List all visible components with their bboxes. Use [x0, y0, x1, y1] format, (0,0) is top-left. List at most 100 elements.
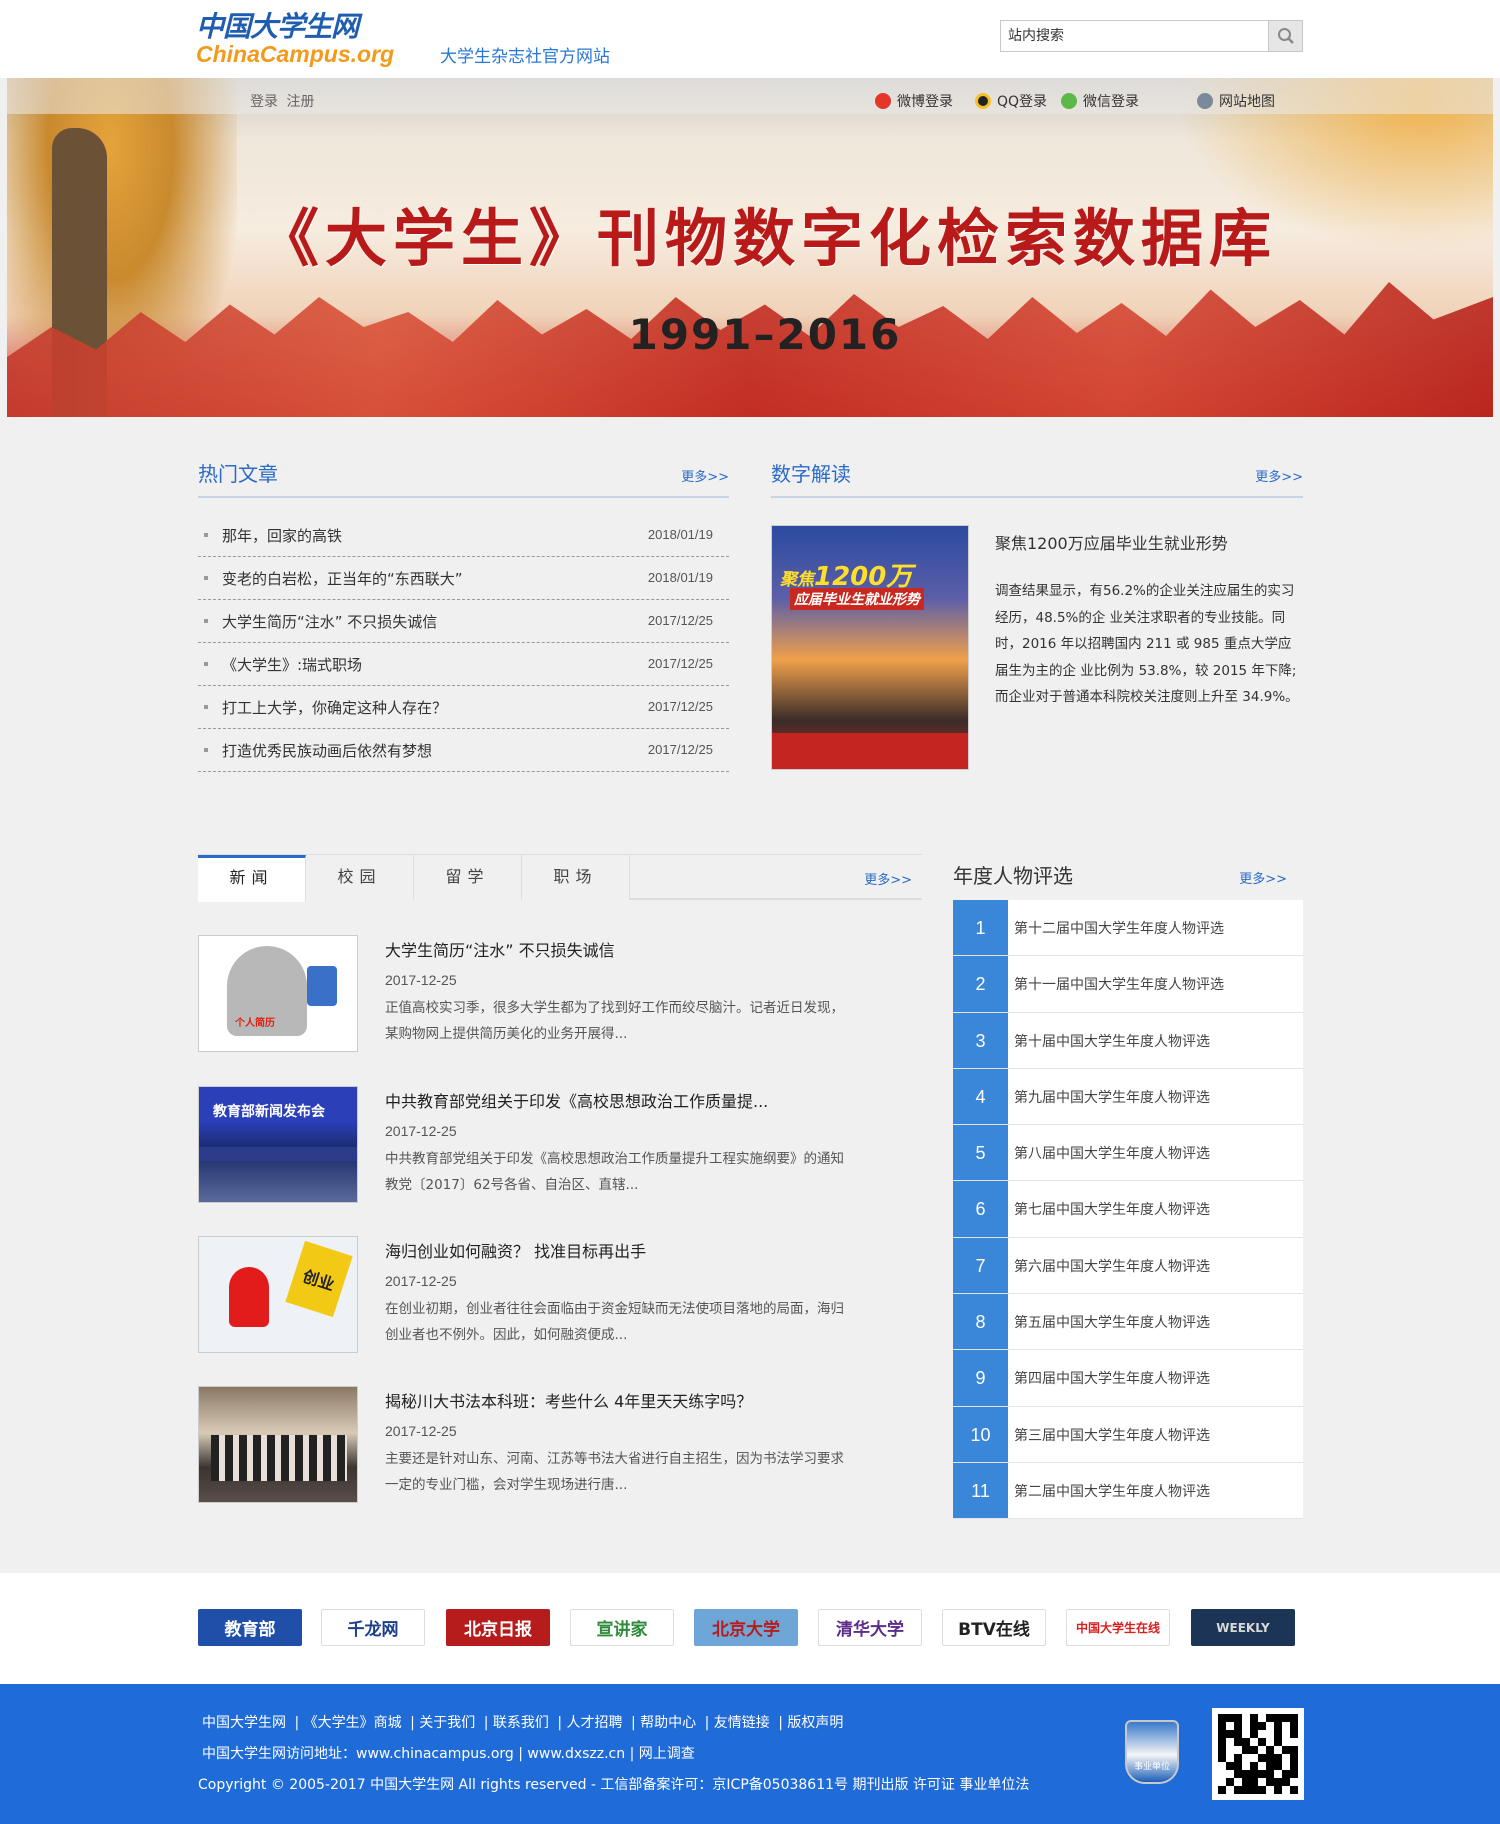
rank-label: 第二届中国大学生年度人物评选: [1014, 1483, 1210, 1500]
list-item[interactable]: 《大学生》:瑞式职场 2017/12/25: [198, 643, 729, 686]
list-item[interactable]: 8 第五届中国大学生年度人物评选: [953, 1294, 1303, 1351]
article-date: 2017/12/25: [647, 613, 713, 628]
partner-logo-moe[interactable]: 教育部: [198, 1609, 302, 1646]
partner-logo-tsinghua[interactable]: 清华大学: [818, 1609, 922, 1646]
hot-articles-title: 热门文章: [198, 462, 278, 486]
news-title[interactable]: 大学生简历“注水” 不只损失诚信: [385, 937, 615, 961]
site-logo[interactable]: 中国大学生网 ChinaCampus.org: [196, 12, 394, 67]
news-description: 正值高校实习季，很多大学生都为了找到好工作而绞尽脑汁。记者近日发现，某购物网上提…: [385, 1000, 844, 1042]
list-item[interactable]: 9 第四届中国大学生年度人物评选: [953, 1350, 1303, 1407]
weibo-login[interactable]: 微博登录: [875, 91, 953, 111]
bullet-icon: [204, 748, 208, 752]
sitemap-link[interactable]: 网站地图: [1197, 91, 1275, 111]
institution-badge-icon[interactable]: 事业单位: [1125, 1720, 1179, 1784]
partner-logo-bjdaily[interactable]: 北京日报: [446, 1609, 550, 1646]
list-item[interactable]: 5 第八届中国大学生年度人物评选: [953, 1125, 1303, 1182]
news-item[interactable]: 个人简历 大学生简历“注水” 不只损失诚信 2017-12-25 正值高校实习季…: [198, 935, 858, 1053]
news-thumbnail[interactable]: [198, 1386, 358, 1503]
list-item[interactable]: 变老的白岩松，正当年的“东西联大” 2018/01/19: [198, 557, 729, 600]
qq-login[interactable]: QQ登录: [975, 91, 1047, 111]
digits-header: 数字解读 更多>>: [771, 458, 1303, 498]
news-title[interactable]: 中共教育部党组关于印发《高校思想政治工作质量提...: [385, 1088, 768, 1112]
list-item[interactable]: 1 第十二届中国大学生年度人物评选: [953, 900, 1303, 957]
list-item[interactable]: 6 第七届中国大学生年度人物评选: [953, 1181, 1303, 1238]
rank-label: 第十二届中国大学生年度人物评选: [1014, 921, 1224, 937]
list-item[interactable]: 11 第二届中国大学生年度人物评选: [953, 1462, 1303, 1520]
list-item[interactable]: 10 第三届中国大学生年度人物评选: [953, 1406, 1303, 1463]
site-search: [1000, 20, 1303, 52]
article-date: 2018/01/19: [647, 570, 713, 585]
ranking-more-link[interactable]: 更多>>: [1239, 868, 1287, 887]
tabs-more-link[interactable]: 更多>>: [864, 869, 912, 888]
digits-title: 数字解读: [771, 462, 851, 486]
wechat-login-label: 微信登录: [1083, 94, 1139, 110]
news-description: 在创业初期，创业者往往会面临由于资金短缺而无法使项目落地的局面，海归创业者也不例…: [385, 1301, 844, 1343]
article-title: 打造优秀民族动画后依然有梦想: [222, 742, 433, 760]
footer-link[interactable]: 中国大学生网: [202, 1715, 286, 1731]
search-input[interactable]: [1001, 21, 1265, 51]
footer-link[interactable]: 关于我们: [419, 1715, 475, 1731]
partner-logos: 教育部 千龙网 北京日报 宣讲家 北京大学 清华大学 BTV在线 中国大学生在线…: [0, 1573, 1500, 1684]
tab-study-abroad[interactable]: 留学: [414, 855, 522, 900]
tab-campus[interactable]: 校园: [306, 855, 414, 900]
partner-logo-weekly[interactable]: WEEKLY: [1191, 1609, 1295, 1646]
site-subtitle: 大学生杂志社官方网站: [440, 47, 610, 67]
search-button[interactable]: [1268, 21, 1302, 51]
footer-link[interactable]: 帮助中心: [640, 1715, 696, 1731]
thumb-group-photo: [211, 1435, 347, 1481]
list-item[interactable]: 打工上大学，你确定这种人存在？ 2017/12/25: [198, 686, 729, 729]
tab-workplace[interactable]: 职场: [522, 855, 630, 900]
list-item[interactable]: 打造优秀民族动画后依然有梦想 2017/12/25: [198, 729, 729, 772]
partner-logo-xuanjiangjia[interactable]: 宣讲家: [570, 1609, 674, 1646]
rank-number: 6: [953, 1181, 1008, 1237]
rank-number: 8: [953, 1294, 1008, 1350]
list-item[interactable]: 7 第六届中国大学生年度人物评选: [953, 1237, 1303, 1295]
tab-news[interactable]: 新闻: [198, 855, 306, 902]
news-date: 2017-12-25: [385, 1123, 457, 1139]
thumb-sign: 创业: [285, 1240, 353, 1318]
rank-number: 1: [953, 900, 1008, 956]
globe-icon: [1197, 93, 1213, 109]
news-thumbnail[interactable]: 创业: [198, 1236, 358, 1353]
news-thumbnail[interactable]: 教育部新闻发布会: [198, 1086, 358, 1203]
news-title[interactable]: 海归创业如何融资？ 找准目标再出手: [385, 1238, 646, 1262]
list-item[interactable]: 4 第九届中国大学生年度人物评选: [953, 1068, 1303, 1126]
news-item[interactable]: 创业 海归创业如何融资？ 找准目标再出手 2017-12-25 在创业初期，创业…: [198, 1236, 858, 1354]
hot-more-link[interactable]: 更多>>: [681, 466, 729, 485]
article-date: 2018/01/19: [647, 527, 713, 542]
news-title[interactable]: 揭秘川大书法本科班：考些什么 4年里天天练字吗？: [385, 1388, 752, 1412]
footer-link[interactable]: 《大学生》商城: [304, 1715, 402, 1731]
list-item[interactable]: 那年，回家的高铁 2018/01/19: [198, 514, 729, 557]
partner-logo-pku[interactable]: 北京大学: [694, 1609, 798, 1646]
rank-label: 第五届中国大学生年度人物评选: [1014, 1315, 1210, 1332]
login-link[interactable]: 登录: [250, 94, 278, 110]
rank-number: 7: [953, 1237, 1008, 1294]
ranking-list: 1 第十二届中国大学生年度人物评选 2 第十一届中国大学生年度人物评选 3 第十届中国…: [953, 900, 1303, 1520]
digits-article-title[interactable]: 聚焦1200万应届毕业生就业形势: [995, 530, 1228, 554]
rank-number: 3: [953, 1012, 1008, 1068]
list-item[interactable]: 3 第十届中国大学生年度人物评选: [953, 1012, 1303, 1069]
partner-logo-btv[interactable]: BTV在线: [942, 1609, 1046, 1646]
list-item[interactable]: 大学生简历“注水” 不只损失诚信 2017/12/25: [198, 600, 729, 643]
digits-cover-image[interactable]: 聚焦1200万 应届毕业生就业形势: [771, 525, 969, 770]
search-icon: [1277, 28, 1294, 44]
news-item[interactable]: 揭秘川大书法本科班：考些什么 4年里天天练字吗？ 2017-12-25 主要还是…: [198, 1386, 858, 1504]
footer-link[interactable]: 友情链接: [714, 1715, 770, 1731]
rank-label: 第十届中国大学生年度人物评选: [1014, 1033, 1210, 1050]
list-item[interactable]: 2 第十一届中国大学生年度人物评选: [953, 956, 1303, 1013]
footer-link[interactable]: 人才招聘: [567, 1715, 623, 1731]
rank-number: 9: [953, 1350, 1008, 1406]
wechat-login[interactable]: 微信登录: [1061, 91, 1139, 111]
partner-logo-univs[interactable]: 中国大学生在线: [1066, 1609, 1170, 1646]
footer-link[interactable]: 联系我们: [493, 1715, 549, 1731]
partner-logo-qianlong[interactable]: 千龙网: [321, 1609, 425, 1646]
footer-link[interactable]: 版权声明: [787, 1715, 843, 1731]
digits-more-link[interactable]: 更多>>: [1255, 466, 1303, 485]
news-item[interactable]: 教育部新闻发布会 中共教育部党组关于印发《高校思想政治工作质量提... 2017…: [198, 1086, 858, 1204]
bullet-icon: [204, 662, 208, 666]
rank-label: 第八届中国大学生年度人物评选: [1014, 1146, 1210, 1163]
register-link[interactable]: 注册: [286, 94, 314, 110]
news-date: 2017-12-25: [385, 1423, 457, 1439]
thumb-stage: [199, 1147, 357, 1161]
news-thumbnail[interactable]: 个人简历: [198, 935, 358, 1052]
